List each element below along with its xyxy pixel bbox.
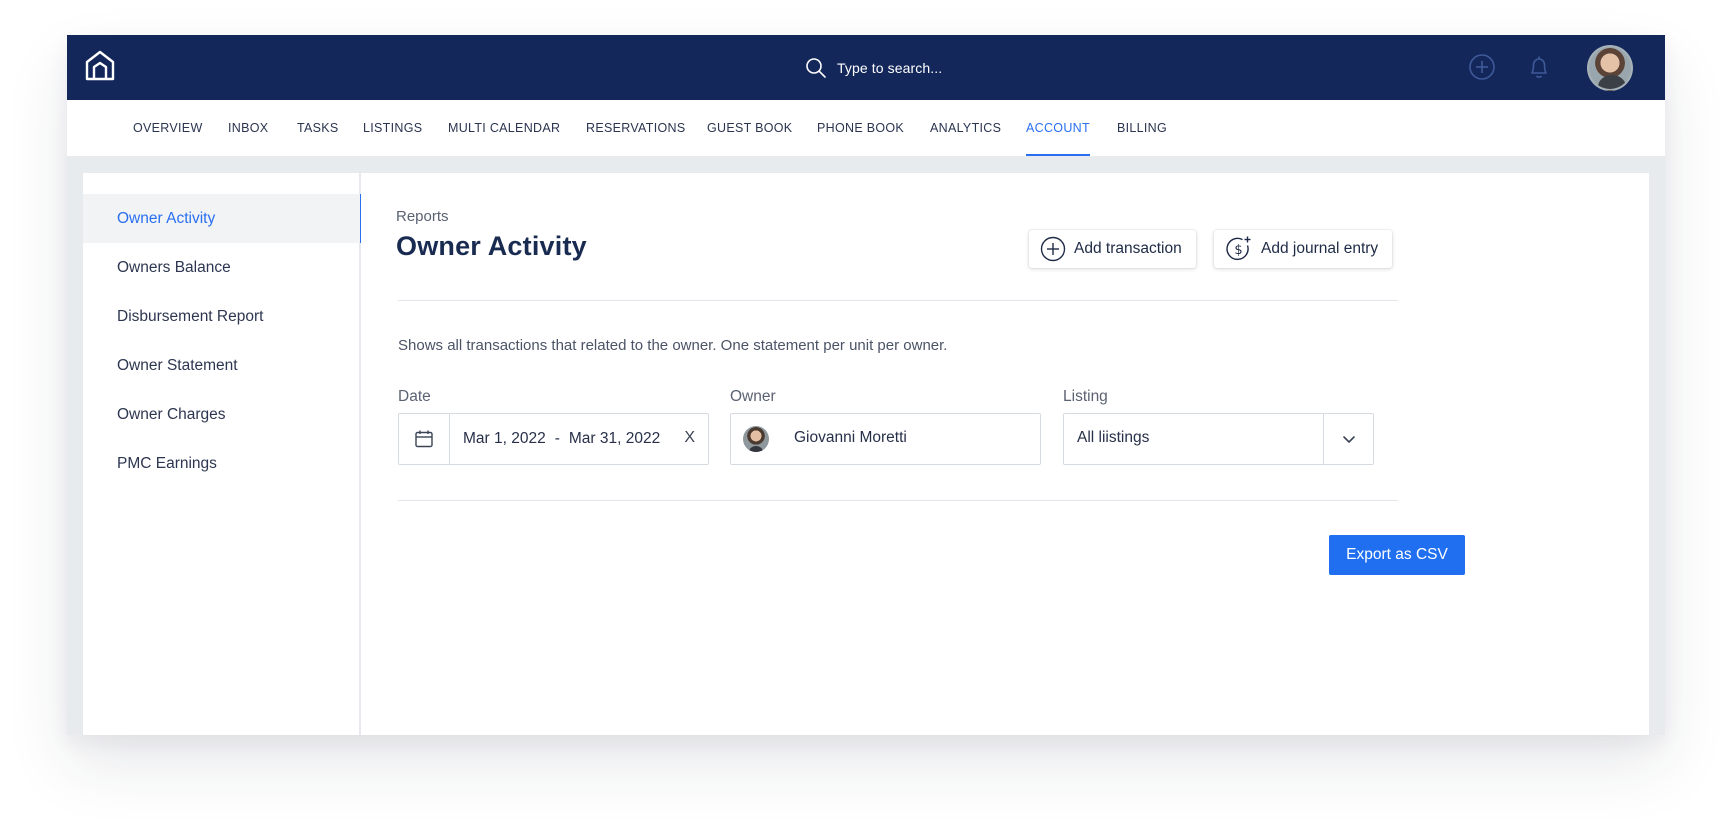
svg-text:$: $ (1234, 243, 1242, 258)
nav-item-reservations[interactable]: RESERVATIONS (586, 100, 685, 156)
top-bar: Type to search... (67, 35, 1665, 100)
owner-label: Owner (730, 388, 776, 405)
search-placeholder: Type to search... (837, 60, 943, 76)
date-end: Mar 31, 2022 (568, 430, 661, 447)
plus-circle-icon[interactable] (1467, 52, 1497, 82)
user-avatar[interactable] (1587, 45, 1633, 91)
nav-item-analytics[interactable]: ANALYTICS (930, 100, 1001, 156)
listing-label: Listing (1063, 388, 1108, 405)
reports-sidebar: Owner Activity Owners Balance Disburseme… (83, 173, 363, 735)
add-journal-entry-label: Add journal entry (1261, 240, 1379, 257)
sidebar-item-owners-balance[interactable]: Owners Balance (83, 243, 361, 292)
add-transaction-button[interactable]: Add transaction (1029, 230, 1196, 268)
nav-item-listings[interactable]: LISTINGS (363, 100, 422, 156)
breadcrumb[interactable]: Reports (396, 208, 449, 225)
owner-select[interactable]: Giovanni Moretti (730, 413, 1041, 465)
owner-name: Giovanni Moretti (794, 429, 907, 446)
main-content: Reports Owner Activity Add transaction $… (361, 173, 1649, 735)
nav-item-guest-book[interactable]: GUEST BOOK (707, 100, 792, 156)
sidebar-item-owner-statement[interactable]: Owner Statement (83, 341, 361, 390)
nav-item-inbox[interactable]: INBOX (228, 100, 268, 156)
date-start: Mar 1, 2022 (463, 430, 546, 447)
chevron-down-icon (1342, 436, 1355, 443)
house-logo-icon[interactable] (83, 49, 117, 83)
clear-date-button[interactable]: X (684, 429, 695, 447)
main-nav: OVERVIEW INBOX TASKS LISTINGS MULTI CALE… (67, 100, 1665, 156)
nav-item-tasks[interactable]: TASKS (297, 100, 339, 156)
app-window: Type to search... OVERVIEW INBOX TASKS L… (67, 35, 1665, 735)
date-label: Date (398, 388, 431, 405)
sidebar-item-owner-charges[interactable]: Owner Charges (83, 390, 361, 439)
date-range-picker[interactable]: Mar 1, 2022 - Mar 31, 2022 X (398, 413, 709, 465)
export-csv-button[interactable]: Export as CSV (1329, 535, 1465, 575)
nav-item-billing[interactable]: BILLING (1117, 100, 1167, 156)
filters-divider (398, 500, 1398, 501)
add-transaction-label: Add transaction (1074, 240, 1182, 257)
page-title: Owner Activity (396, 231, 587, 261)
sidebar-item-owner-activity[interactable]: Owner Activity (83, 194, 363, 243)
listing-select[interactable]: All liistings (1063, 413, 1374, 465)
calendar-button[interactable] (399, 414, 450, 464)
report-description: Shows all transactions that related to t… (398, 337, 948, 354)
sidebar-item-disbursement-report[interactable]: Disbursement Report (83, 292, 361, 341)
nav-item-phone-book[interactable]: PHONE BOOK (817, 100, 904, 156)
nav-item-overview[interactable]: OVERVIEW (133, 100, 203, 156)
add-journal-entry-button[interactable]: $ Add journal entry (1214, 230, 1393, 268)
listing-dropdown-toggle[interactable] (1323, 414, 1373, 464)
bell-icon[interactable] (1524, 52, 1554, 82)
header-divider (398, 300, 1398, 301)
sidebar-item-pmc-earnings[interactable]: PMC Earnings (83, 439, 361, 488)
search-icon (806, 58, 826, 78)
calendar-icon (415, 430, 433, 448)
dollar-plus-icon: $ (1226, 236, 1251, 260)
listing-value: All liistings (1077, 429, 1150, 446)
nav-item-multi-calendar[interactable]: MULTI CALENDAR (448, 100, 560, 156)
nav-item-account[interactable]: ACCOUNT (1026, 100, 1090, 156)
owner-avatar (743, 426, 769, 452)
search-bar[interactable]: Type to search... (805, 55, 942, 81)
plus-circle-icon (1040, 236, 1066, 262)
date-separator: - (554, 430, 560, 447)
